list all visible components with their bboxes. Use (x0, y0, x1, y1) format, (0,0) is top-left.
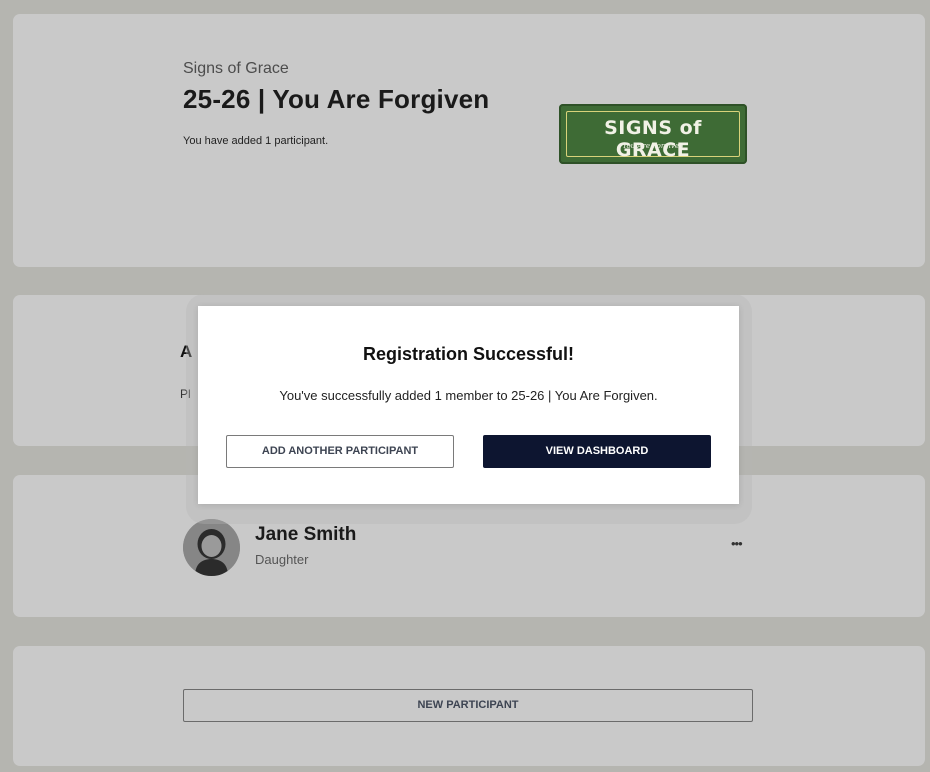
event-logo: SIGNS of GRACE You Are Forgiven (559, 104, 747, 164)
view-dashboard-button[interactable]: VIEW DASHBOARD (483, 435, 711, 468)
avatar (183, 519, 240, 576)
registration-success-modal: Registration Successful! You've successf… (198, 306, 739, 504)
logo-frame: SIGNS of GRACE You Are Forgiven (566, 111, 740, 161)
modal-title: Registration Successful! (362, 344, 575, 364)
modal-message: You've successfully added 1 member to 25… (279, 388, 658, 403)
event-title: 25-26 | You Are Forgiven (183, 84, 490, 114)
new-participant-card: NEW PARTICIPANT (13, 646, 925, 766)
person-icon (183, 519, 240, 576)
ellipsis-icon[interactable]: ••• (731, 537, 743, 550)
logo-main-text: SIGNS of GRACE (604, 117, 702, 161)
event-organization: Signs of Grace (183, 60, 289, 77)
member-name: Jane Smith (255, 524, 357, 545)
member-relation: Daughter (255, 552, 309, 567)
participant-count-text: You have added 1 participant. (183, 135, 329, 147)
logo-sub-text: You Are Forgiven (622, 142, 684, 150)
event-header-card: Signs of Grace 25-26 | You Are Forgiven … (13, 14, 925, 267)
add-another-participant-button[interactable]: ADD ANOTHER PARTICIPANT (226, 435, 454, 468)
new-participant-button[interactable]: NEW PARTICIPANT (183, 689, 753, 722)
